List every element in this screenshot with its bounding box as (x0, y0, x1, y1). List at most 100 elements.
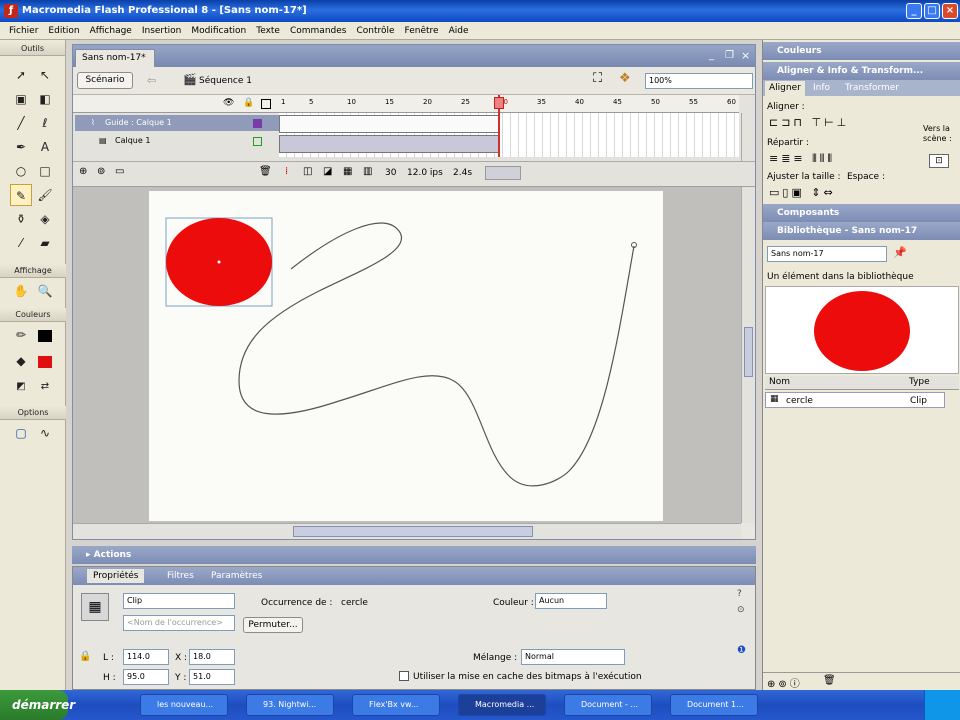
zoom-tool-icon[interactable]: 🔍 (34, 280, 56, 302)
eraser-icon[interactable]: ▰ (34, 232, 56, 254)
stroke-color-icon[interactable]: ✏ (10, 324, 32, 346)
free-transform-icon[interactable]: ▣ (10, 88, 32, 110)
zoom-select[interactable]: 100% (645, 73, 753, 89)
fill-color-icon[interactable]: ◆ (10, 350, 32, 372)
doc-close-icon[interactable]: × (741, 49, 750, 62)
stroke-swatch[interactable] (38, 330, 52, 342)
hand-tool-icon[interactable]: ✋ (10, 280, 32, 302)
timeline-hscroll[interactable] (485, 166, 521, 180)
library-row[interactable]: ▦ cercle Clip (765, 392, 945, 408)
doc-restore-icon[interactable]: ❐ (725, 50, 734, 61)
menu-edition[interactable]: Edition (43, 26, 84, 36)
pin-library-icon[interactable]: 📌 (893, 246, 907, 259)
menu-commandes[interactable]: Commandes (285, 26, 351, 36)
distribute-buttons-icon[interactable]: ≡≣≡ ⫴⫴⫴ (769, 152, 835, 166)
eyedropper-icon[interactable]: ⁄ (10, 232, 32, 254)
swap-button[interactable]: Permuter... (243, 617, 303, 633)
pen-tool-icon[interactable]: ✒ (10, 136, 32, 158)
menu-fenetre[interactable]: Fenêtre (400, 26, 444, 36)
edit-symbols-icon[interactable]: ❖ (619, 71, 631, 86)
maximize-button[interactable]: □ (924, 3, 940, 19)
width-input[interactable]: 114.0 (123, 649, 169, 665)
menu-affichage[interactable]: Affichage (85, 26, 137, 36)
trash-icon[interactable]: 🗑 (259, 166, 272, 177)
layer-1[interactable]: ▤ Calque 1 (75, 133, 279, 149)
x-input[interactable]: 18.0 (189, 649, 235, 665)
edit-multiple-icon[interactable]: ▦ (343, 166, 352, 177)
stage-hscroll[interactable] (73, 523, 741, 539)
col-type[interactable]: Type (909, 377, 930, 387)
instance-name-input[interactable]: <Nom de l'occurrence> (123, 615, 235, 631)
help-icon[interactable]: ? (737, 589, 742, 599)
fill-swatch[interactable] (38, 356, 52, 368)
settings-icon[interactable]: ⊙ (737, 605, 745, 615)
playhead-handle[interactable] (494, 97, 504, 109)
scene-button[interactable]: Scénario (77, 72, 133, 89)
text-tool-icon[interactable]: A (34, 136, 56, 158)
height-input[interactable]: 95.0 (123, 669, 169, 685)
onion-markers-icon[interactable]: ▥ (363, 166, 372, 177)
pencil-tool-icon[interactable]: ✎ (10, 184, 32, 206)
tab-parametres[interactable]: Paramètres (211, 571, 262, 581)
add-layer-icon[interactable]: ⊕ (79, 166, 87, 177)
line-tool-icon[interactable]: ╱ (10, 112, 32, 134)
menu-texte[interactable]: Texte (251, 26, 285, 36)
add-folder-icon[interactable]: ▭ (115, 166, 124, 177)
swap-colors-icon[interactable]: ⇄ (34, 376, 56, 398)
actions-panel-bar[interactable]: ▸ Actions (72, 546, 756, 564)
stage-vscroll[interactable] (741, 187, 755, 523)
start-button[interactable]: démarrer (0, 690, 75, 720)
hscroll-thumb[interactable] (293, 526, 533, 537)
vscroll-thumb[interactable] (744, 327, 753, 377)
minimize-button[interactable]: _ (906, 3, 922, 19)
add-guide-icon[interactable]: ⊚ (97, 166, 105, 177)
task-item[interactable]: les nouveau... (140, 694, 228, 716)
library-panel-bar[interactable]: Bibliothèque - Sans nom-17 (763, 222, 960, 240)
lock-icon[interactable]: 🔒 (243, 98, 254, 108)
stage[interactable] (149, 191, 663, 521)
eye-icon[interactable]: 👁 (223, 98, 234, 108)
frame-grid[interactable] (279, 95, 739, 157)
timeline-vscroll[interactable] (741, 113, 755, 161)
lock-ratio-icon[interactable]: 🔒 (79, 651, 91, 662)
task-item[interactable]: Flex'Bx vw... (352, 694, 440, 716)
edit-scene-icon[interactable]: ⛶ (593, 71, 602, 86)
y-input[interactable]: 51.0 (189, 669, 235, 685)
new-symbol-icon[interactable]: ⊕⊚ⓘ (767, 675, 803, 690)
delete-item-icon[interactable]: 🗑 (823, 675, 836, 686)
object-drawing-icon[interactable]: ▢ (10, 422, 32, 444)
lasso-tool-icon[interactable]: ℓ (34, 112, 56, 134)
symbol-type-select[interactable]: Clip (123, 593, 235, 609)
tab-aligner[interactable]: Aligner (765, 81, 805, 96)
task-item[interactable]: 93. Nightwi... (246, 694, 334, 716)
tab-info[interactable]: Info (813, 83, 830, 93)
pencil-mode-icon[interactable]: ∿ (34, 422, 56, 444)
components-panel-bar[interactable]: Composants (763, 204, 960, 222)
doc-minimize-icon[interactable]: _ (709, 50, 714, 61)
arrow-tool-icon[interactable]: ➚ (10, 64, 32, 86)
menu-modification[interactable]: Modification (186, 26, 251, 36)
task-item[interactable]: Document - ... (564, 694, 652, 716)
motion-guide-path[interactable] (238, 222, 635, 487)
col-name[interactable]: Nom (769, 377, 790, 387)
colors-panel-bar[interactable]: Couleurs (763, 42, 960, 60)
document-tab[interactable]: Sans nom-17* (75, 49, 155, 67)
tab-filtres[interactable]: Filtres (167, 571, 194, 581)
menu-controle[interactable]: Contrôle (351, 26, 399, 36)
tab-transformer[interactable]: Transformer (845, 83, 899, 93)
close-icon[interactable]: × (942, 3, 958, 19)
align-buttons-icon[interactable]: ⊏⊐⊓ ⊤⊢⊥ (769, 116, 849, 129)
library-select[interactable]: Sans nom-17 (767, 246, 887, 262)
match-size-buttons-icon[interactable]: ▭▯▣ ⇕⇔ (769, 186, 836, 199)
back-arrow-icon[interactable]: ⇦ (147, 74, 156, 87)
align-panel-bar[interactable]: Aligner & Info & Transform... (763, 62, 960, 80)
menu-fichier[interactable]: Fichier (4, 26, 43, 36)
onion-outline-icon[interactable]: ◪ (323, 166, 332, 177)
center-frame-icon[interactable]: ⁞ (285, 166, 288, 177)
menu-aide[interactable]: Aide (444, 26, 474, 36)
rectangle-tool-icon[interactable]: □ (34, 160, 56, 182)
cache-bitmap-checkbox[interactable] (399, 671, 409, 681)
outline-icon[interactable] (261, 99, 271, 109)
to-stage-button[interactable]: ⊡ (929, 154, 949, 168)
task-item-active[interactable]: Macromedia ... (458, 694, 546, 716)
